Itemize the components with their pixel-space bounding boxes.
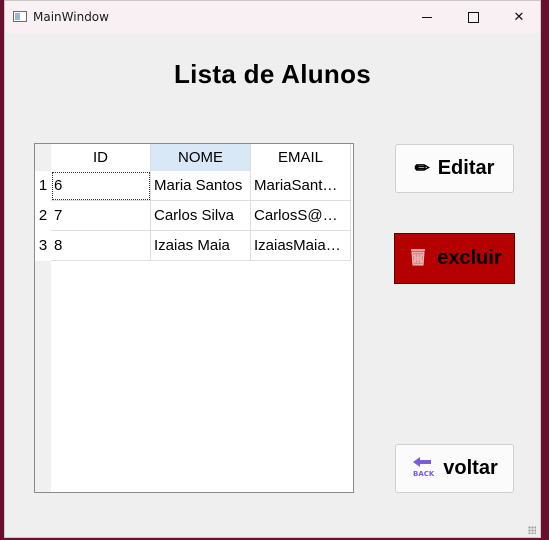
window-title: MainWindow xyxy=(33,10,109,24)
column-header-nome[interactable]: NOME xyxy=(151,144,251,171)
back-arrow-icon: BACK xyxy=(411,455,435,483)
title-bar[interactable]: MainWindow ✕ xyxy=(5,1,540,33)
close-button[interactable]: ✕ xyxy=(496,1,542,33)
edit-button[interactable]: ✏ Editar xyxy=(395,144,514,193)
table-cell[interactable]: Izaias Maia xyxy=(151,231,251,261)
column-header-email[interactable]: EMAIL xyxy=(251,144,351,171)
table-cell[interactable]: 6 xyxy=(51,171,151,201)
back-button-label: voltar xyxy=(443,457,498,479)
minimize-icon xyxy=(422,16,432,18)
pencil-icon: ✏ xyxy=(414,158,430,178)
maximize-icon xyxy=(467,11,479,23)
table-cell[interactable]: CarlosS@… xyxy=(251,201,351,231)
column-header-id[interactable]: ID xyxy=(51,144,151,171)
maximize-button[interactable] xyxy=(450,1,496,33)
back-button[interactable]: BACK voltar xyxy=(395,444,514,493)
table-cell[interactable]: Carlos Silva xyxy=(151,201,251,231)
trash-icon xyxy=(407,245,429,273)
main-window: MainWindow ✕ Lista de Alunos ID NOME EMA… xyxy=(4,0,541,538)
delete-button-label: excluir xyxy=(437,247,502,269)
table-cell[interactable]: MariaSant… xyxy=(251,171,351,201)
students-table[interactable]: ID NOME EMAIL 1 2 3 6 Maria Santos Maria… xyxy=(34,143,354,493)
delete-button[interactable]: excluir xyxy=(394,233,515,284)
table-cell[interactable]: 8 xyxy=(51,231,151,261)
svg-text:BACK: BACK xyxy=(413,470,435,477)
row-header-3[interactable]: 3 xyxy=(35,231,51,261)
row-header-2[interactable]: 2 xyxy=(35,201,51,231)
close-icon: ✕ xyxy=(513,9,525,25)
resize-grip[interactable] xyxy=(528,526,536,534)
minimize-button[interactable] xyxy=(404,1,450,33)
row-header-1[interactable]: 1 xyxy=(35,171,51,201)
table-cell[interactable]: IzaiasMaia… xyxy=(251,231,351,261)
page-title: Lista de Alunos xyxy=(173,59,372,89)
table-cell[interactable]: Maria Santos xyxy=(151,171,251,201)
app-window-icon xyxy=(13,11,27,22)
table-cell[interactable]: 7 xyxy=(51,201,151,231)
edit-button-label: Editar xyxy=(437,157,495,179)
